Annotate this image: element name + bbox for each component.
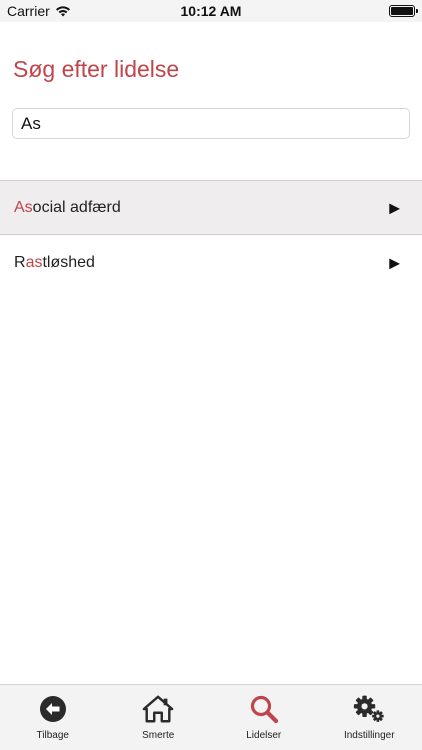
tab-label: Smerte: [142, 730, 175, 741]
result-rest: ocial adfærd: [32, 198, 121, 216]
results-list: Asocial adfærd ▶ Rastløshed ▶: [0, 180, 422, 290]
tab-smerte[interactable]: Smerte: [106, 685, 212, 750]
clock: 10:12 AM: [180, 3, 242, 19]
search-icon: [248, 693, 280, 725]
match-highlight: As: [14, 198, 33, 216]
home-icon: [142, 693, 174, 725]
tab-lidelser[interactable]: Lidelser: [211, 685, 317, 750]
battery-icon: [389, 5, 418, 17]
disclosure-arrow-icon: ▶: [389, 199, 400, 215]
disclosure-arrow-icon: ▶: [389, 254, 400, 270]
page-title: Søg efter lidelse: [13, 56, 180, 82]
tab-label: Tilbage: [36, 730, 69, 741]
tab-bar: Tilbage Smerte Lidelser Indstillinger: [0, 684, 422, 750]
result-rest: tløshed: [42, 253, 95, 271]
gear-icon: [353, 693, 385, 725]
tab-tilbage[interactable]: Tilbage: [0, 685, 106, 750]
result-prefix: R: [14, 253, 26, 271]
tab-label: Indstillinger: [343, 730, 395, 741]
status-bar: Carrier 10:12 AM: [0, 0, 422, 22]
back-arrow-icon: [37, 693, 69, 725]
list-item[interactable]: Rastløshed ▶: [0, 235, 422, 290]
result-text: Asocial adfærd: [14, 199, 121, 217]
match-highlight: as: [25, 253, 43, 271]
result-text: Rastløshed: [14, 254, 95, 272]
tab-label: Lidelser: [246, 730, 282, 741]
tab-indstillinger[interactable]: Indstillinger: [317, 685, 422, 750]
search-input[interactable]: [12, 108, 410, 139]
list-item[interactable]: Asocial adfærd ▶: [0, 180, 422, 235]
